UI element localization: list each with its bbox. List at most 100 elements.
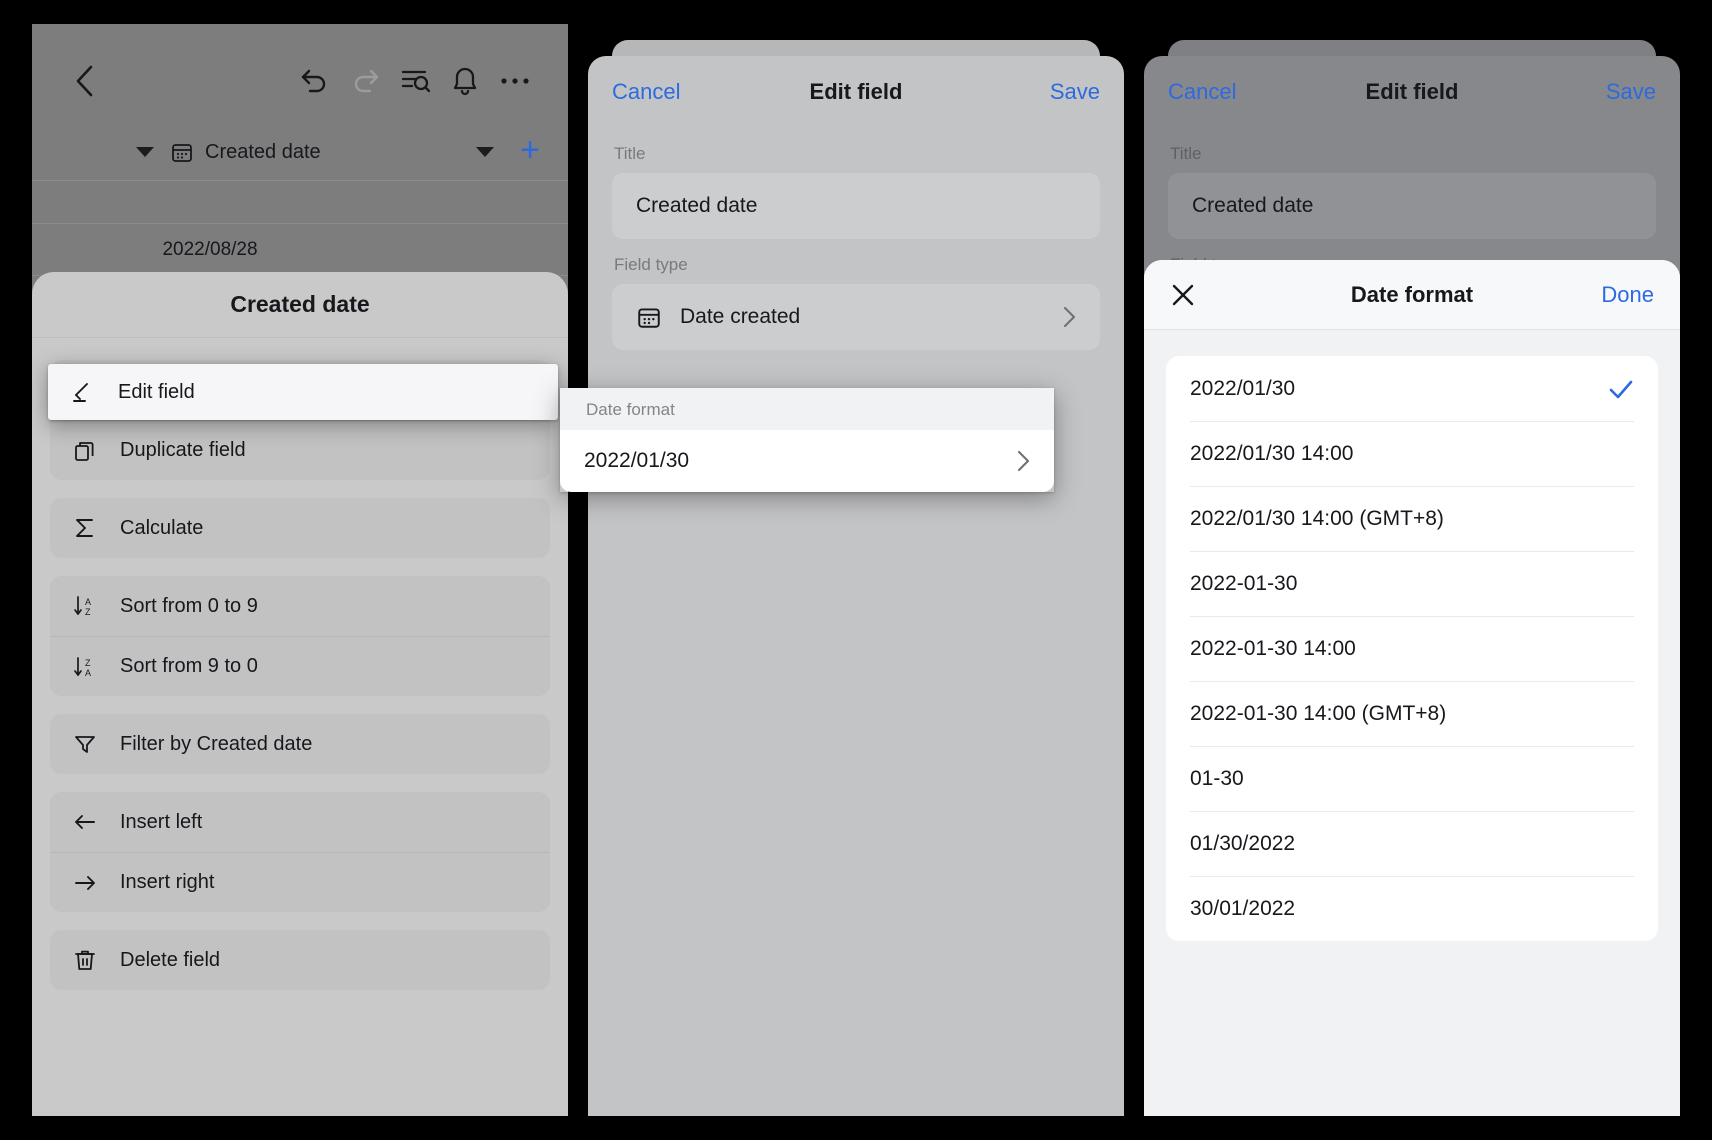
menu-item-delete-field[interactable]: Delete field	[50, 930, 550, 990]
menu-item-calculate[interactable]: Calculate	[50, 498, 550, 558]
date-format-option[interactable]: 01/30/2022	[1166, 811, 1658, 876]
highlighted-menu-item-edit-field[interactable]: Edit field	[48, 364, 558, 420]
menu-item-filter-by-field[interactable]: Filter by Created date	[50, 714, 550, 774]
highlighted-date-format-group: Date format 2022/01/30	[560, 388, 1054, 492]
filter-icon	[72, 732, 98, 756]
menu-item-sort-desc[interactable]: ZA Sort from 9 to 0	[50, 636, 550, 696]
calendar-icon	[170, 140, 194, 164]
menu-item-duplicate-field[interactable]: Duplicate field	[50, 420, 550, 480]
date-format-option[interactable]: 2022-01-30 14:00 (GMT+8)	[1166, 681, 1658, 746]
menu-item-label: Sort from 0 to 9	[120, 594, 258, 617]
option-label: 2022-01-30 14:00	[1190, 637, 1356, 660]
ellipsis-icon[interactable]	[490, 56, 540, 106]
edit-field-sheet: Cancel Edit field Save Title Created dat…	[588, 56, 1124, 1116]
svg-text:A: A	[85, 597, 91, 607]
action-group: Filter by Created date	[50, 714, 550, 774]
title-field-label: Title	[614, 144, 646, 163]
date-format-option[interactable]: 01-30	[1166, 746, 1658, 811]
grid-rows: 2022/08/28	[32, 180, 568, 276]
menu-item-label: Insert left	[120, 810, 203, 833]
action-group: Insert left Insert right	[50, 792, 550, 912]
title-input-value: Created date	[636, 194, 758, 217]
edit-field-header: Cancel Edit field Save	[588, 56, 1124, 128]
svg-text:Z: Z	[85, 607, 91, 617]
cancel-button[interactable]: Cancel	[612, 79, 690, 105]
title-field-label: Title	[1170, 144, 1202, 163]
done-button[interactable]: Done	[1574, 282, 1654, 308]
action-group: Delete field	[50, 930, 550, 990]
redo-button[interactable]	[340, 56, 390, 106]
date-format-option[interactable]: 2022-01-30	[1166, 551, 1658, 616]
search-in-list-icon[interactable]	[390, 56, 440, 106]
date-format-header: Date format Done	[1144, 260, 1680, 330]
svg-text:A: A	[85, 668, 91, 678]
action-group: AZ Sort from 0 to 9 ZA Sort from 9 to 0	[50, 576, 550, 696]
date-format-option[interactable]: 2022/01/30 14:00 (GMT+8)	[1166, 486, 1658, 551]
grid-row	[32, 180, 568, 224]
column-header-label: Created date	[205, 140, 321, 163]
undo-button[interactable]	[290, 56, 340, 106]
menu-item-label: Filter by Created date	[120, 732, 313, 755]
edit-field-header: Cancel Edit field Save	[1144, 56, 1680, 128]
add-field-button[interactable]: +	[520, 133, 540, 167]
option-label: 2022/01/30	[1190, 376, 1296, 400]
date-format-title: Date format	[1350, 281, 1474, 307]
column-header-created-date[interactable]: Created date	[170, 140, 321, 164]
menu-item-label: Calculate	[120, 516, 204, 539]
option-label: 2022-01-30 14:00 (GMT+8)	[1190, 702, 1447, 725]
save-button[interactable]: Save	[1578, 79, 1656, 105]
row-collapse-toggle[interactable]	[60, 147, 170, 157]
option-label: 2022/01/30 14:00 (GMT+8)	[1190, 507, 1444, 530]
bell-icon[interactable]	[440, 56, 490, 106]
sheet-title: Edit field	[809, 79, 903, 104]
grid-cell-created-date[interactable]: 2022/08/28	[32, 224, 568, 276]
date-format-sheet: Date format Done 2022/01/30 2022/01/30 1…	[1144, 260, 1680, 1116]
title-input[interactable]: Created date	[612, 173, 1100, 239]
date-format-label: Date format	[560, 388, 1054, 430]
svg-text:Z: Z	[85, 658, 91, 668]
highlighted-menu-item-label: Edit field	[118, 380, 195, 403]
menu-item-label: Insert right	[120, 871, 215, 893]
option-label: 2022-01-30	[1190, 572, 1298, 595]
chevron-right-icon	[1017, 450, 1030, 472]
option-label: 30/01/2022	[1190, 897, 1296, 920]
calendar-icon	[636, 304, 664, 330]
title-input[interactable]: Created date	[1168, 173, 1656, 239]
menu-item-insert-left[interactable]: Insert left	[50, 792, 550, 852]
chevron-right-icon	[1063, 306, 1076, 328]
arrow-left-icon	[72, 810, 98, 834]
screenshot-stage: Created date + 2022/08/28 Created date E	[0, 0, 1712, 1140]
close-icon[interactable]	[1170, 282, 1250, 308]
save-button[interactable]: Save	[1022, 79, 1100, 105]
column-menu-chevron-icon[interactable]	[476, 147, 495, 157]
field-type-label: Field type	[614, 255, 688, 274]
sigma-icon	[72, 516, 98, 540]
sort-desc-icon: ZA	[72, 655, 98, 679]
date-format-option[interactable]: 2022-01-30 14:00	[1166, 616, 1658, 681]
menu-item-label: Sort from 9 to 0	[120, 655, 258, 677]
option-label: 01/30/2022	[1190, 832, 1296, 855]
date-format-row[interactable]: 2022/01/30	[560, 430, 1054, 492]
date-format-option[interactable]: 30/01/2022	[1166, 876, 1658, 941]
panel-field-menu: Created date + 2022/08/28 Created date E	[32, 24, 568, 1116]
date-format-option[interactable]: 2022/01/30 14:00	[1166, 421, 1658, 486]
cancel-button[interactable]: Cancel	[1168, 79, 1246, 105]
panel-edit-field: Cancel Edit field Save Title Created dat…	[588, 24, 1124, 1116]
title-input-value: Created date	[1192, 194, 1314, 217]
app-toolbar	[32, 50, 568, 112]
menu-item-label: Duplicate field	[120, 439, 246, 461]
sort-asc-icon: AZ	[72, 594, 98, 618]
action-sheet-groups: Edit field Duplicate field Calc	[32, 338, 568, 990]
option-label: 01-30	[1190, 767, 1244, 790]
field-type-row[interactable]: Date created	[612, 284, 1100, 350]
date-format-option[interactable]: 2022/01/30	[1166, 356, 1658, 421]
back-button[interactable]	[60, 56, 110, 106]
pencil-icon	[70, 380, 96, 404]
field-header-bar: Created date +	[32, 124, 568, 180]
arrow-right-icon	[72, 871, 98, 895]
menu-item-insert-right[interactable]: Insert right	[50, 852, 550, 912]
date-format-options-list: 2022/01/30 2022/01/30 14:00 2022/01/30 1…	[1166, 356, 1658, 941]
menu-item-sort-asc[interactable]: AZ Sort from 0 to 9	[50, 576, 550, 636]
menu-item-label: Delete field	[120, 948, 221, 971]
check-icon	[1608, 378, 1634, 400]
